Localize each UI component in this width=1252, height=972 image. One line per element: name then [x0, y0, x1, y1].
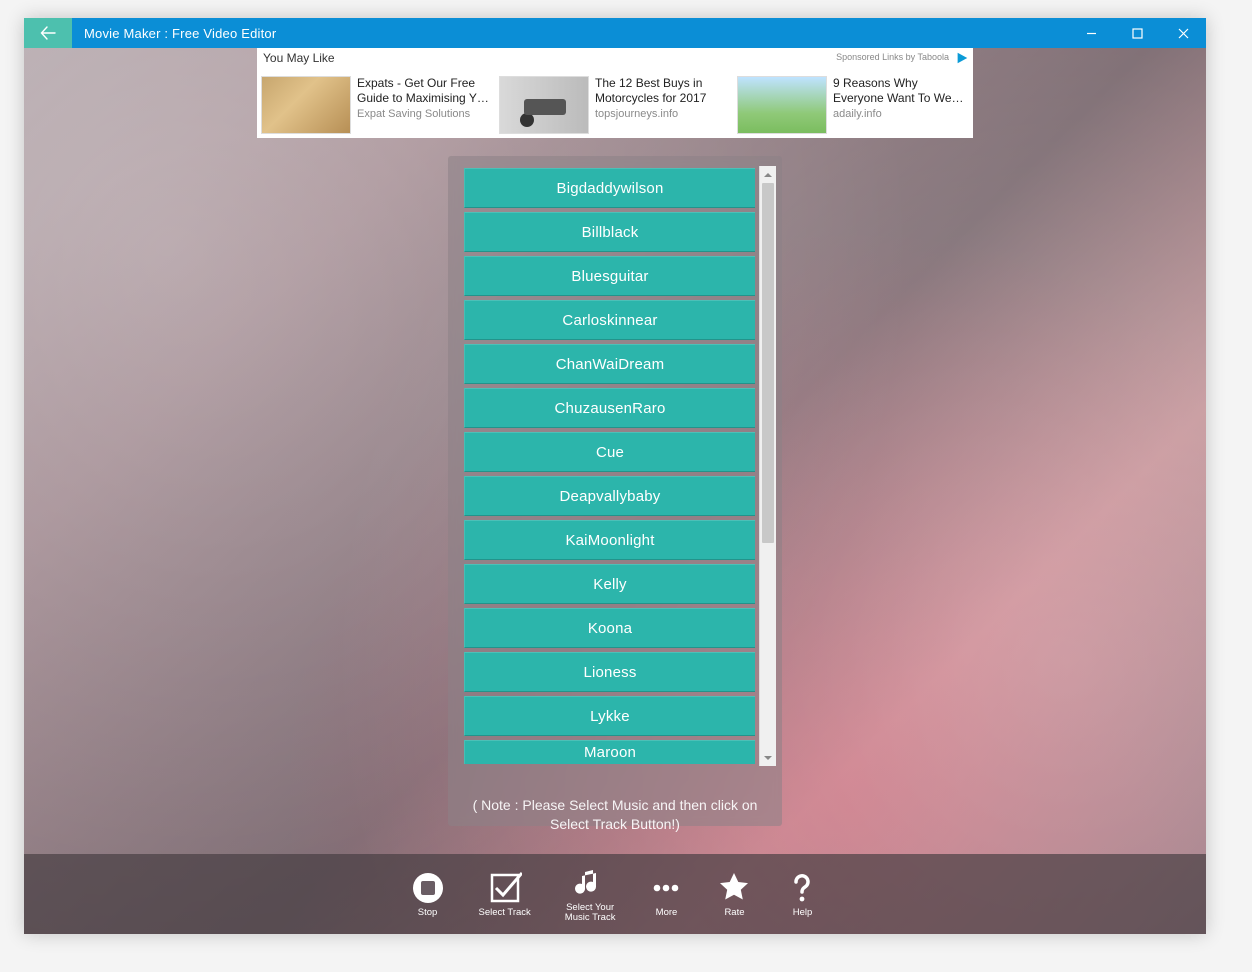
ad-thumb-icon — [499, 76, 589, 134]
toolbar-label: Select Your Music Track — [565, 903, 616, 923]
help-button[interactable]: Help — [785, 871, 819, 918]
track-item[interactable]: ChuzausenRaro — [464, 388, 755, 428]
scroll-thumb[interactable] — [762, 183, 774, 543]
app-window: Movie Maker : Free Video Editor You May … — [24, 18, 1206, 934]
ad-title: Expats - Get Our Free Guide to Maximisin… — [357, 76, 489, 106]
star-icon — [717, 871, 751, 905]
ad-item[interactable]: Expats - Get Our Free Guide to Maximisin… — [261, 76, 489, 134]
toolbar-label: Select Track — [479, 908, 531, 918]
track-item[interactable]: KaiMoonlight — [464, 520, 755, 560]
ad-header: You May Like — [263, 51, 335, 65]
ad-thumb-icon — [261, 76, 351, 134]
track-item[interactable]: Lykke — [464, 696, 755, 736]
ad-item[interactable]: 9 Reasons Why Everyone Want To We… adail… — [737, 76, 965, 134]
bottom-toolbar: Stop Select Track Select Your Music Trac… — [24, 854, 1206, 934]
ad-item[interactable]: The 12 Best Buys in Motorcycles for 2017… — [499, 76, 727, 134]
maximize-button[interactable] — [1114, 18, 1160, 48]
adchoices-icon[interactable] — [955, 51, 969, 65]
ad-title: The 12 Best Buys in Motorcycles for 2017 — [595, 76, 727, 106]
ad-source: topsjourneys.info — [595, 108, 727, 122]
ad-sponsor-text[interactable]: Sponsored Links by Taboola — [836, 52, 949, 62]
back-button[interactable] — [24, 18, 72, 48]
ad-thumb-icon — [737, 76, 827, 134]
track-item[interactable]: Koona — [464, 608, 755, 648]
minimize-button[interactable] — [1068, 18, 1114, 48]
main-area: You May Like Sponsored Links by Taboola … — [24, 48, 1206, 854]
help-icon — [785, 871, 819, 905]
track-item[interactable]: Maroon — [464, 740, 755, 764]
minimize-icon — [1086, 28, 1097, 39]
app-title: Movie Maker : Free Video Editor — [72, 18, 1068, 48]
track-panel: Bigdaddywilson Billblack Bluesguitar Car… — [448, 156, 782, 826]
close-icon — [1178, 28, 1189, 39]
toolbar-label: Stop — [418, 908, 438, 918]
arrow-left-icon — [40, 25, 56, 41]
chevron-up-icon — [764, 171, 772, 179]
track-item[interactable]: Kelly — [464, 564, 755, 604]
title-bar: Movie Maker : Free Video Editor — [24, 18, 1206, 48]
track-list: Bigdaddywilson Billblack Bluesguitar Car… — [454, 166, 759, 766]
track-item[interactable]: Carloskinnear — [464, 300, 755, 340]
music-icon — [573, 866, 607, 900]
more-button[interactable]: More — [649, 871, 683, 918]
ad-title: 9 Reasons Why Everyone Want To We… — [833, 76, 965, 106]
stop-button[interactable]: Stop — [411, 871, 445, 918]
track-item[interactable]: Deapvallybaby — [464, 476, 755, 516]
panel-note: ( Note : Please Select Music and then cl… — [454, 766, 776, 838]
select-your-music-button[interactable]: Select Your Music Track — [565, 866, 616, 923]
track-item[interactable]: Billblack — [464, 212, 755, 252]
track-item[interactable]: Bigdaddywilson — [464, 168, 755, 208]
ad-source: adaily.info — [833, 108, 965, 122]
scroll-bar[interactable] — [759, 166, 776, 766]
toolbar-label: More — [656, 908, 678, 918]
toolbar-label: Rate — [724, 908, 744, 918]
track-item[interactable]: Cue — [464, 432, 755, 472]
more-icon — [649, 871, 683, 905]
check-icon — [488, 871, 522, 905]
ad-banner: You May Like Sponsored Links by Taboola … — [257, 48, 973, 138]
close-button[interactable] — [1160, 18, 1206, 48]
track-item[interactable]: Bluesguitar — [464, 256, 755, 296]
track-item[interactable]: ChanWaiDream — [464, 344, 755, 384]
toolbar-label: Help — [793, 908, 813, 918]
stop-icon — [411, 871, 445, 905]
scroll-down-button[interactable] — [760, 749, 776, 766]
track-item[interactable]: Lioness — [464, 652, 755, 692]
scroll-up-button[interactable] — [760, 166, 776, 183]
ad-source: Expat Saving Solutions — [357, 108, 489, 122]
maximize-icon — [1132, 28, 1143, 39]
chevron-down-icon — [764, 754, 772, 762]
select-track-button[interactable]: Select Track — [479, 871, 531, 918]
rate-button[interactable]: Rate — [717, 871, 751, 918]
